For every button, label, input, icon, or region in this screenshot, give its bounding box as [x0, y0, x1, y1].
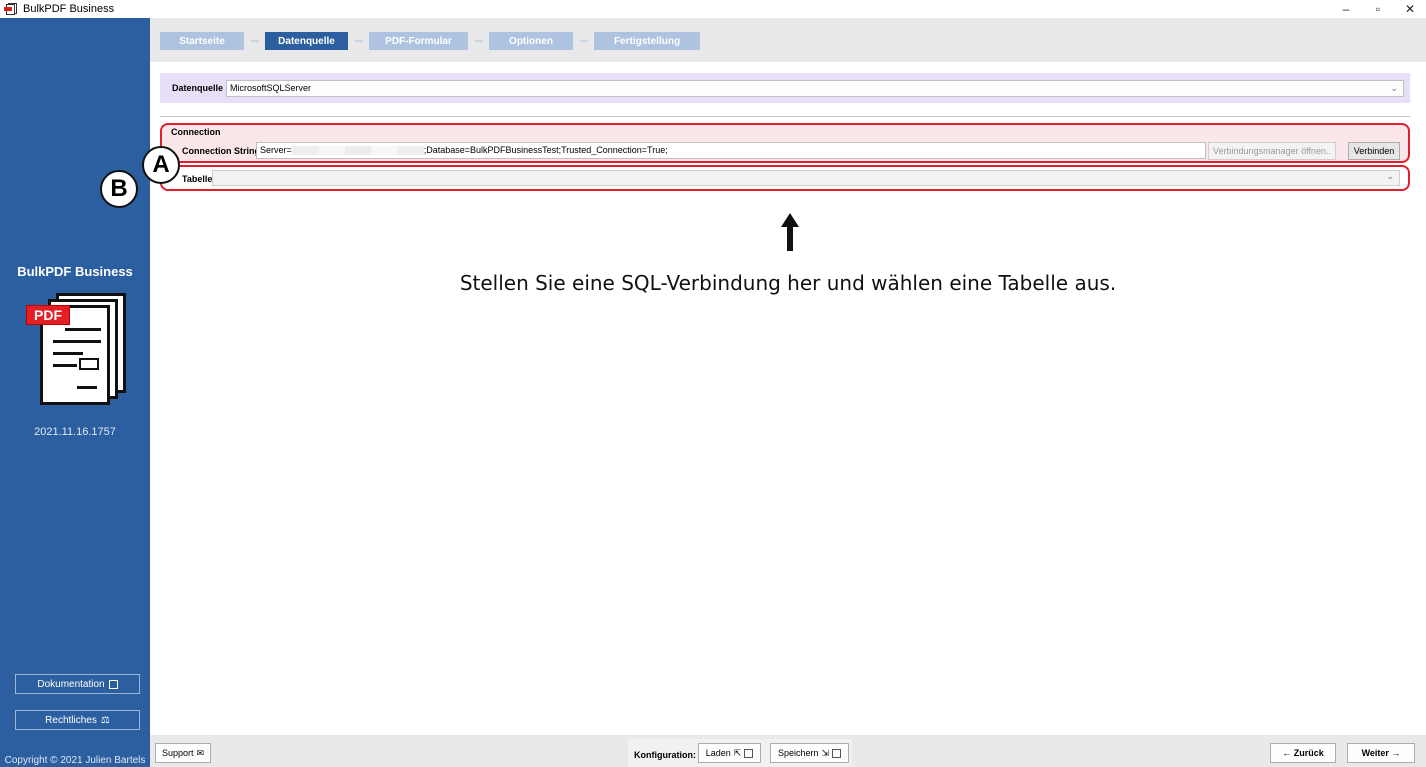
documentation-button[interactable]: Dokumentation [15, 674, 140, 694]
next-button[interactable]: Weiter → [1347, 743, 1415, 763]
table-group: Tabelle: ⌄ [160, 165, 1410, 191]
table-label: Tabelle: [182, 174, 216, 184]
connection-heading: Connection [171, 127, 221, 137]
connection-string-input[interactable]: Server= ;Database=BulkPDFBusinessTest;Tru… [256, 142, 1206, 159]
save-label: Speichern [777, 748, 819, 758]
tab-datenquelle[interactable]: Datenquelle [265, 32, 348, 50]
legal-label: Rechtliches [45, 714, 97, 726]
back-button[interactable]: ← Zurück [1270, 743, 1336, 763]
instruction-text: Stellen Sie eine SQL-Verbindung her und … [459, 271, 1117, 295]
table-select[interactable]: ⌄ [212, 170, 1400, 186]
legal-button[interactable]: Rechtliches ⚖ [15, 710, 140, 730]
load-icon: ⇱ [733, 747, 742, 758]
arrow-up-icon [781, 213, 799, 251]
callout-marker-b: B [100, 170, 138, 208]
restore-icon[interactable]: ▫ [1362, 0, 1394, 18]
scales-icon: ⚖ [100, 714, 110, 726]
connection-string-prefix: Server= [260, 145, 292, 155]
connection-group: Connection Connection String: Server= ;Da… [160, 123, 1410, 163]
support-button[interactable]: Support ✉ [155, 743, 211, 763]
connection-string-suffix: ;Database=BulkPDFBusinessTest;Trusted_Co… [423, 145, 668, 155]
datasource-select[interactable]: MicrosoftSQLServer ⌄ [226, 80, 1404, 97]
load-label: Laden [705, 748, 731, 758]
bulkpdf-logo-icon: PDF [26, 293, 130, 408]
title-bar: BulkPDF Business – ▫ ✕ [0, 0, 1426, 18]
window-title: BulkPDF Business [23, 3, 115, 15]
load-config-button[interactable]: Laden ⇱ [698, 743, 761, 763]
close-icon[interactable]: ✕ [1394, 0, 1426, 18]
tab-optionen[interactable]: Optionen [489, 32, 573, 50]
bottom-bar: Support ✉ Konfiguration: Laden ⇱ Speiche… [150, 735, 1426, 767]
chevron-down-icon: ⌄ [1386, 171, 1394, 181]
sidebar: BulkPDF Business PDF 2021.11.16.1757 Dok… [0, 18, 150, 767]
documentation-label: Dokumentation [37, 678, 105, 690]
window-controls: – ▫ ✕ [1330, 0, 1426, 18]
brand-title: BulkPDF Business [17, 264, 133, 279]
configuration-label: Konfiguration: [634, 750, 696, 760]
logo-pdf-label: PDF [26, 305, 70, 325]
redacted-server-name [291, 146, 424, 156]
minimize-icon[interactable]: – [1330, 0, 1362, 18]
chevron-down-icon: ⌄ [1390, 83, 1398, 93]
tab-fertigstellung[interactable]: Fertigstellung [594, 32, 700, 50]
floppy-icon [832, 748, 842, 758]
app-icon [4, 2, 18, 16]
tab-startseite[interactable]: Startseite [160, 32, 244, 50]
copyright-text: Copyright © 2021 Julien Bartels [4, 755, 146, 766]
connection-manager-button[interactable]: Verbindungsmanager öffnen.. [1208, 142, 1336, 160]
callout-marker-a: A [142, 146, 180, 184]
connection-string-label: Connection String: [182, 146, 263, 156]
wizard-steps: Startseite Datenquelle PDF-Formular Opti… [150, 18, 1426, 62]
datasource-panel: Datenquelle MicrosoftSQLServer ⌄ [160, 73, 1410, 103]
divider [160, 116, 1410, 117]
tab-pdf-formular[interactable]: PDF-Formular [369, 32, 468, 50]
version-label: 2021.11.16.1757 [34, 426, 116, 438]
datasource-label: Datenquelle [172, 83, 224, 93]
document-icon [108, 679, 118, 689]
support-label: Support [161, 748, 194, 758]
floppy-icon [744, 748, 754, 758]
save-config-button[interactable]: Speichern ⇲ [770, 743, 849, 763]
datasource-selected-value: MicrosoftSQLServer [230, 83, 312, 93]
mail-icon: ✉ [196, 747, 205, 758]
connect-button[interactable]: Verbinden [1348, 142, 1400, 160]
save-icon: ⇲ [821, 747, 830, 758]
